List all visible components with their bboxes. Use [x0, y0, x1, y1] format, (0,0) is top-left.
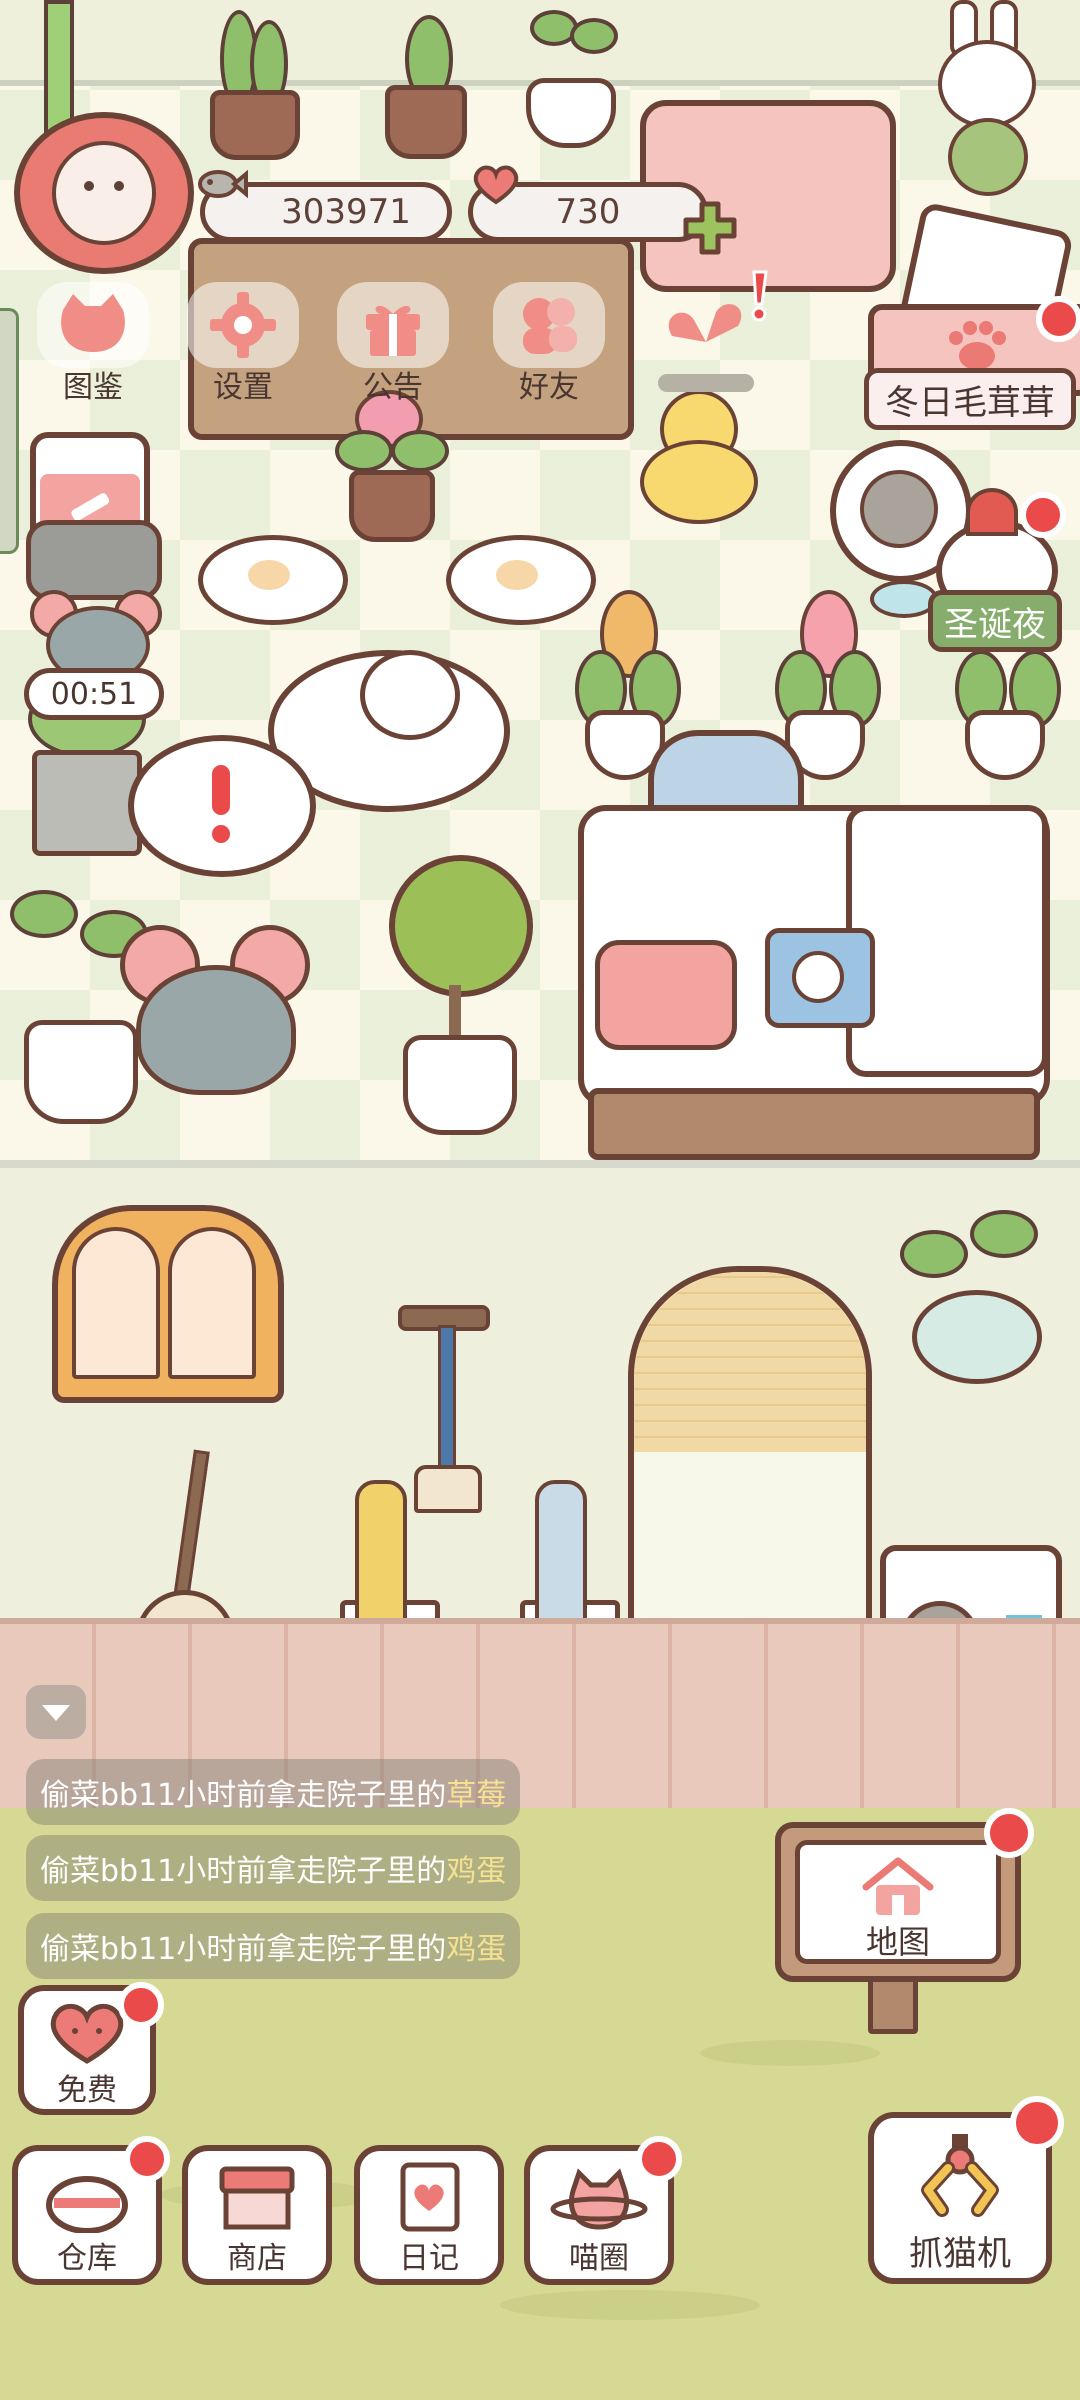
alert-speech-bubble[interactable] — [128, 735, 316, 877]
blue-camera — [765, 928, 875, 1028]
heart-icon — [50, 2003, 124, 2064]
cat-circle-label: 喵圈 — [569, 2241, 629, 2276]
free-gift-badge — [118, 1982, 164, 2028]
bamboo-plant — [30, 0, 90, 138]
lawn-patch — [700, 2040, 880, 2066]
tool-hook-rack — [398, 1305, 490, 1525]
cactus-plant — [375, 15, 475, 160]
fish-currency-amount: 303971 — [281, 192, 411, 232]
lawn-patch — [500, 2290, 760, 2320]
interaction-button[interactable] — [650, 270, 768, 400]
house-icon — [862, 1857, 934, 1915]
diary-button[interactable]: 日记 — [354, 2145, 504, 2285]
announcement-label: 公告 — [363, 370, 423, 405]
map-badge — [984, 1808, 1034, 1858]
bed-headboard — [846, 805, 1048, 1077]
gear-icon — [210, 292, 276, 358]
topiary-tree — [385, 855, 535, 1135]
hanging-plant-vase — [900, 1210, 1050, 1390]
duck-plush — [630, 390, 770, 530]
side-drawer-handle[interactable] — [0, 308, 19, 554]
heart-hands-icon — [668, 304, 742, 342]
warehouse-label: 仓库 — [57, 2241, 117, 2276]
warehouse-icon — [46, 2176, 128, 2233]
chevron-down-icon — [42, 1705, 70, 1721]
map-label: 地图 — [865, 1923, 930, 1961]
stool-right-cushion — [496, 560, 538, 590]
fish-icon — [198, 169, 248, 199]
mouse-thief-timer[interactable]: 00:51 — [24, 586, 164, 722]
catalog-button[interactable]: 图鉴 — [30, 282, 156, 405]
winter-event-label: 冬日毛茸茸 — [864, 368, 1076, 430]
cat-planet-icon — [550, 2168, 648, 2230]
bamboo-blind-doorway[interactable] — [628, 1266, 872, 1638]
shop-button[interactable]: 商店 — [182, 2145, 332, 2285]
sprout-plant — [520, 0, 618, 150]
friends-label: 好友 — [519, 370, 579, 405]
claw-icon — [921, 2134, 999, 2217]
avatar-face — [52, 141, 156, 245]
claw-machine-label: 抓猫机 — [909, 2234, 1011, 2274]
shop-icon — [219, 2166, 295, 2230]
add-hearts-button[interactable] — [680, 198, 740, 258]
cat-circle-badge — [636, 2136, 682, 2182]
heart-currency-amount: 730 — [555, 192, 621, 232]
winter-event-badge — [1036, 296, 1080, 342]
gift-icon — [366, 305, 420, 356]
claw-machine-badge — [1010, 2096, 1064, 2150]
catalog-label: 图鉴 — [63, 370, 123, 405]
interaction-progress — [658, 374, 754, 392]
floor-divider — [0, 1160, 1080, 1168]
pink-telephone — [595, 940, 737, 1050]
exclamation-icon — [212, 765, 230, 815]
snake-plant — [200, 10, 310, 160]
chat-toggle-button[interactable] — [26, 1685, 86, 1739]
settings-button[interactable]: 设置 — [180, 282, 306, 405]
diary-label: 日记 — [399, 2241, 459, 2276]
shop-label: 商店 — [227, 2241, 287, 2276]
friends-icon — [523, 298, 577, 354]
stool-left-cushion — [248, 560, 290, 590]
bed-base — [588, 1088, 1040, 1160]
yellow-duster — [355, 1480, 407, 1638]
paw-icon — [949, 321, 1006, 370]
bunny-plush — [930, 0, 1040, 200]
settings-label: 设置 — [213, 370, 273, 405]
player-avatar[interactable] — [14, 112, 194, 274]
flower-pot — [335, 390, 449, 542]
map-button[interactable]: 地图 — [775, 1822, 1021, 1982]
exclamation-icon — [751, 270, 768, 322]
angry-mouse-npc[interactable] — [120, 925, 320, 1105]
countdown-timer: 00:51 — [24, 668, 164, 720]
cat-head-icon — [61, 294, 125, 352]
activity-feed-item: 偷菜bb11小时前拿走院子里的 鸡蛋 — [26, 1835, 521, 1901]
free-label: 免费 — [57, 2073, 117, 2108]
teapot — [360, 650, 460, 740]
activity-feed-item: 偷菜bb11小时前拿走院子里的 鸡蛋 — [26, 1913, 521, 1979]
heart-icon — [473, 165, 519, 205]
diary-icon — [400, 2162, 460, 2232]
christmas-event-label: 圣诞夜 — [928, 590, 1062, 652]
warehouse-badge — [124, 2136, 170, 2182]
flower-window — [52, 1205, 284, 1403]
christmas-event-badge — [1020, 492, 1066, 538]
activity-feed-item: 偷菜bb11小时前拿走院子里的 草莓 — [26, 1759, 521, 1825]
blue-umbrella — [535, 1480, 587, 1638]
announcement-button[interactable]: 公告 — [330, 282, 456, 405]
friends-button[interactable]: 好友 — [486, 282, 612, 405]
